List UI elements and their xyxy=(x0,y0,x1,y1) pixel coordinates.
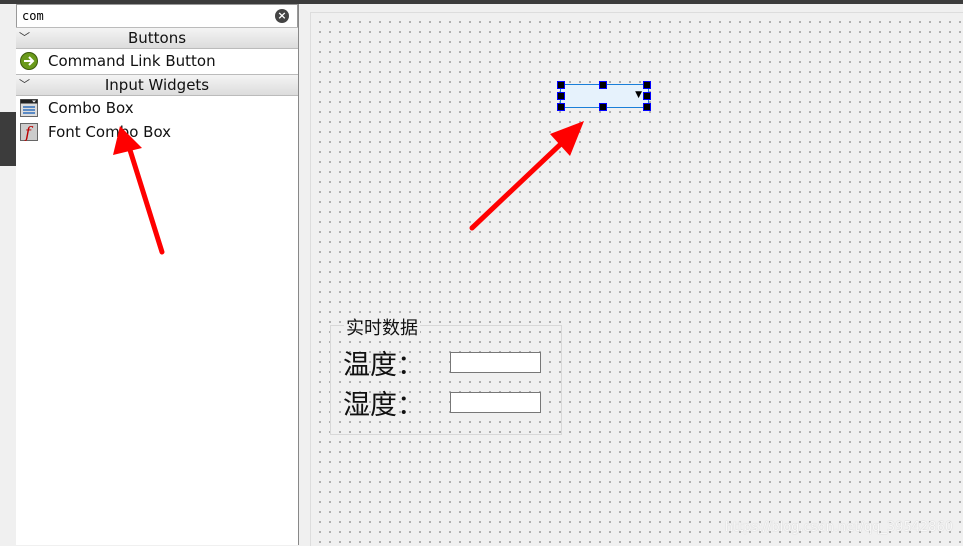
watermark: https://blog.csdn.net/qq_39542860 xyxy=(724,520,953,535)
annotation-arrows xyxy=(113,121,584,255)
arrow-to-combo-box-item xyxy=(113,126,165,255)
arrow-to-combo-widget xyxy=(469,121,584,231)
